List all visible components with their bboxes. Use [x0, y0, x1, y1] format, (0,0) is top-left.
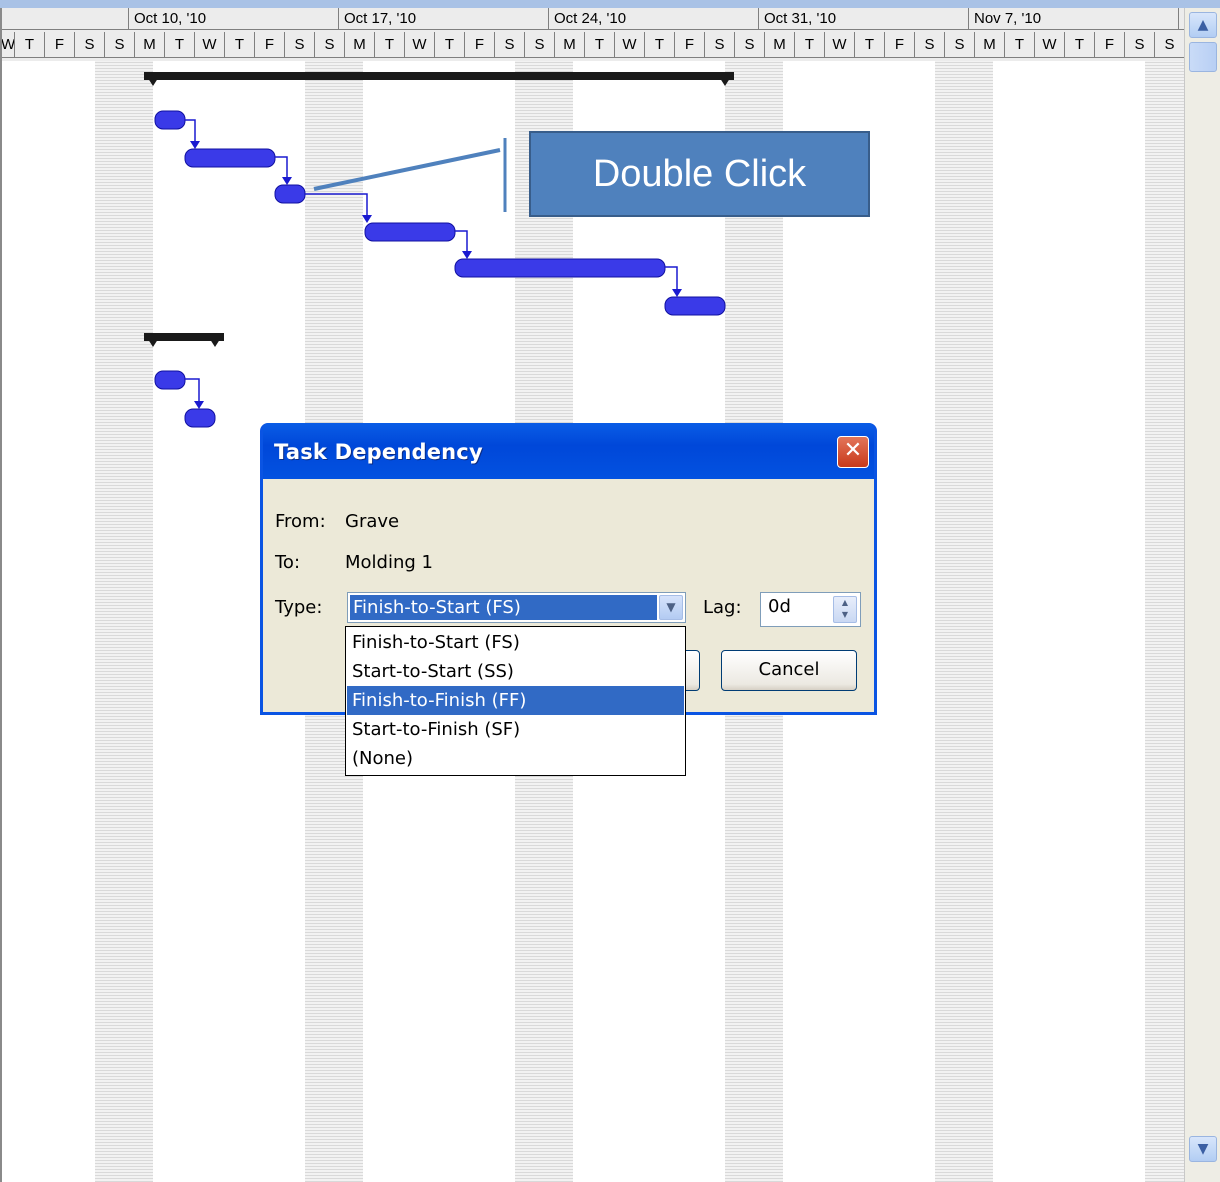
- double-click-callout: Double Click: [529, 131, 870, 217]
- type-label: Type:: [275, 597, 323, 618]
- lag-value: 0d: [768, 596, 791, 617]
- dropdown-option[interactable]: Start-to-Start (SS): [347, 657, 684, 686]
- dialog-title: Task Dependency: [274, 440, 483, 464]
- lag-field[interactable]: 0d ▲ ▼: [760, 592, 861, 627]
- from-value: Grave: [345, 511, 400, 532]
- type-dropdown-list: Finish-to-Start (FS) Start-to-Start (SS)…: [345, 626, 686, 776]
- dropdown-option-highlighted[interactable]: Finish-to-Finish (FF): [347, 686, 684, 715]
- dropdown-option[interactable]: Finish-to-Start (FS): [347, 628, 684, 657]
- close-icon[interactable]: ✕: [837, 436, 869, 468]
- cancel-button[interactable]: Cancel: [721, 650, 857, 691]
- to-label: To:: [275, 552, 301, 573]
- dropdown-option[interactable]: (None): [347, 744, 684, 773]
- chevron-down-icon[interactable]: ▼: [659, 595, 683, 620]
- from-label: From:: [275, 511, 326, 532]
- type-select-value: Finish-to-Start (FS): [350, 595, 657, 620]
- dialog-titlebar[interactable]: Task Dependency ✕: [263, 423, 874, 479]
- spinner-icon[interactable]: ▲ ▼: [833, 596, 857, 623]
- to-value: Molding 1: [345, 552, 433, 573]
- dropdown-option[interactable]: Start-to-Finish (SF): [347, 715, 684, 744]
- lag-label: Lag:: [703, 597, 742, 618]
- type-select[interactable]: Finish-to-Start (FS) ▼: [347, 592, 686, 623]
